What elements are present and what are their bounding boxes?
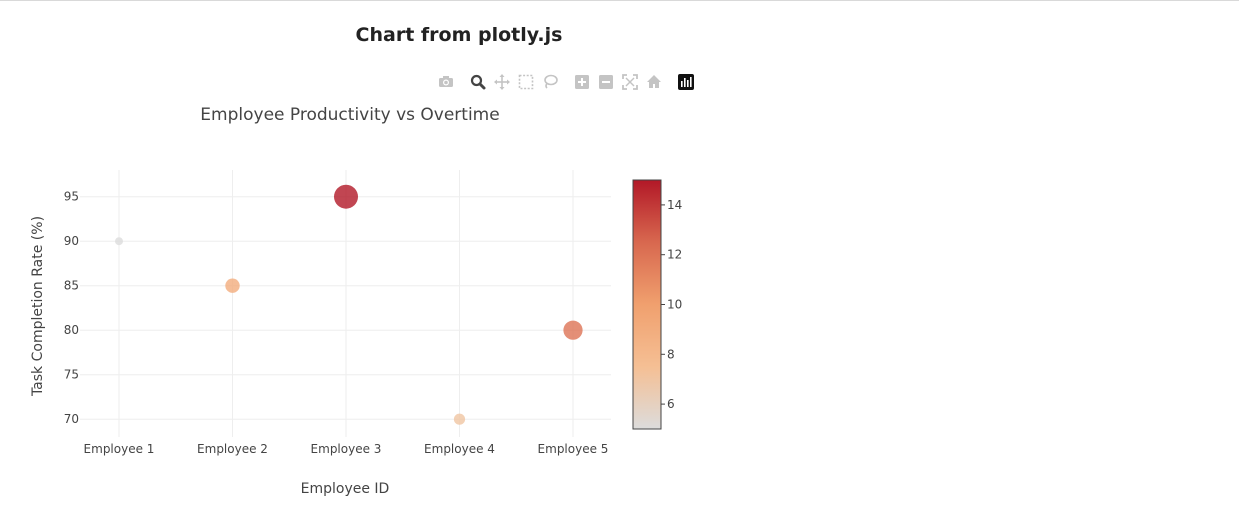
x-tick-label: Employee 4 — [424, 442, 495, 456]
colorbar: 6 8 10 12 14 — [632, 179, 682, 430]
data-point[interactable] — [453, 413, 466, 425]
y-axis-title: Task Completion Rate (%) — [30, 216, 46, 397]
x-tick-label: Employee 5 — [538, 442, 609, 456]
colorbar-tick-label: 8 — [667, 347, 675, 361]
y-tick-label: 85 — [64, 279, 79, 293]
chart-title: Employee Productivity vs Overtime — [200, 105, 499, 125]
colorbar-bar — [632, 179, 662, 430]
colorbar-tick-label: 12 — [667, 248, 682, 262]
colorbar-tick-label: 10 — [667, 298, 682, 312]
x-tick-label: Employee 1 — [84, 442, 155, 456]
labels-layer: Employee 1 Employee 2 Employee 3 Employee 4… — [64, 190, 609, 456]
x-axis-title: Employee ID — [301, 481, 390, 497]
scatter-chart: Employee 1 Employee 2 Employee 3 Employee 4… — [30, 105, 682, 497]
points-layer — [115, 184, 583, 425]
y-tick-label: 75 — [64, 368, 79, 382]
colorbar-tick-label: 6 — [667, 397, 675, 411]
y-tick-label: 90 — [64, 234, 79, 248]
data-point[interactable] — [225, 278, 240, 293]
y-tick-label: 80 — [64, 323, 79, 337]
grid-layer — [80, 170, 611, 437]
x-tick-label: Employee 3 — [311, 442, 382, 456]
colorbar-tick-label: 14 — [667, 198, 682, 212]
data-point[interactable] — [115, 237, 123, 246]
data-point[interactable] — [334, 184, 358, 209]
y-tick-label: 70 — [64, 412, 79, 426]
y-tick-label: 95 — [64, 190, 79, 204]
x-tick-label: Employee 2 — [197, 442, 268, 456]
data-point[interactable] — [563, 320, 583, 340]
